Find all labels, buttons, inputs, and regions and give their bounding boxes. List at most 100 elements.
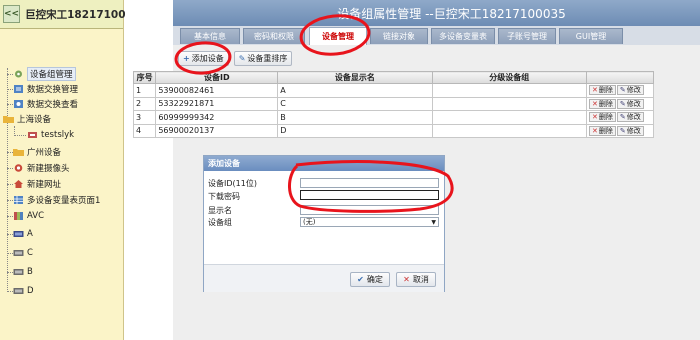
delete-button[interactable]: ✕ 删除 — [588, 125, 616, 136]
delete-icon: ✕ — [591, 86, 598, 95]
exchange-view-icon — [14, 100, 23, 108]
device-id-row: 设备ID(11位) — [208, 177, 298, 189]
tree-item-testslyk[interactable]: testslyk — [27, 128, 74, 142]
delete-label: 删除 — [598, 86, 613, 95]
tab-bar: 基本信息 密码和权限 设备管理 链接对象 多设备变量表 子账号管理 GUI管理 — [173, 26, 700, 45]
display-name-row: 显示名 — [208, 204, 298, 216]
colorbar-icon — [14, 212, 23, 220]
tab-basic-info[interactable]: 基本信息 — [180, 28, 240, 44]
collapse-sidebar-button[interactable]: << — [3, 5, 21, 23]
tree-item-label: 广州设备 — [27, 148, 62, 158]
tree-item-data-exchange-view[interactable]: 数据交换查看 — [13, 97, 78, 111]
dialog-title: 添加设备 — [204, 156, 444, 171]
tree-item-d[interactable]: D — [13, 284, 34, 298]
add-device-button[interactable]: + 添加设备 — [178, 51, 229, 66]
tab-multi-device-vars[interactable]: 多设备变量表 — [431, 28, 495, 44]
edit-button[interactable]: ✎ 修改 — [616, 98, 644, 109]
device-icon — [28, 132, 37, 138]
tree-item-data-exchange-mgmt[interactable]: 数据交换管理 — [13, 82, 78, 96]
cancel-icon: ✕ — [403, 275, 410, 284]
cell-display-name: D — [277, 123, 433, 138]
tree-item-new-url[interactable]: 新建网址 — [13, 177, 61, 191]
edit-icon: ✎ — [619, 99, 626, 108]
col-header-display-name: 设备显示名 — [277, 71, 433, 84]
tree-item-label: testslyk — [41, 130, 75, 140]
cell-actions: ✕ 删除 ✎ 修改 — [585, 110, 655, 125]
edit-button[interactable]: ✎ 修改 — [616, 125, 644, 136]
delete-label: 删除 — [598, 113, 613, 122]
tree-item-label: 新建网址 — [27, 180, 62, 190]
device-group-select[interactable]: (无) ▼ — [300, 217, 439, 227]
cell-actions: ✕ 删除 ✎ 修改 — [585, 123, 655, 138]
tree-item-c[interactable]: C — [13, 246, 33, 260]
group-row: 设备组 — [208, 216, 298, 228]
folder-icon — [13, 149, 24, 156]
delete-button[interactable]: ✕ 删除 — [588, 98, 616, 109]
tree-item-multi-var-page[interactable]: 多设备变量表页面1 — [13, 193, 100, 207]
tree-item-new-camera[interactable]: 新建摄像头 — [13, 161, 70, 175]
tree-item-label: 多设备变量表页面1 — [27, 196, 101, 206]
col-header-device-id: 设备ID — [155, 71, 279, 84]
col-header-group: 分级设备组 — [431, 71, 587, 84]
tree-item-guangzhou[interactable]: 广州设备 — [13, 145, 61, 159]
delete-button[interactable]: ✕ 删除 — [588, 85, 616, 96]
edit-button[interactable]: ✎ 修改 — [616, 85, 644, 96]
tab-sub-accounts[interactable]: 子账号管理 — [498, 28, 556, 44]
cell-group — [431, 83, 587, 98]
edit-label: 修改 — [626, 86, 641, 95]
col-header-no: 序号 — [132, 71, 157, 84]
add-device-label: 添加设备 — [191, 54, 224, 63]
tree-item-b[interactable]: B — [13, 265, 33, 279]
device-group-label: 设备组 — [208, 217, 232, 227]
pencil-icon: ✎ — [238, 54, 246, 63]
tab-device-management[interactable]: 设备管理 — [309, 27, 367, 45]
reorder-devices-button[interactable]: ✎ 设备重排序 — [233, 51, 293, 66]
tree-item-label: B — [27, 267, 33, 277]
device-table: 序号 设备ID 设备显示名 分级设备组 1 53900082461 A ✕ 删除 ✎… — [132, 71, 655, 138]
sidebar-header: << 巨控宋工18217100035 — [0, 0, 147, 29]
ok-label: 确定 — [366, 275, 383, 284]
edit-button[interactable]: ✎ 修改 — [616, 112, 644, 123]
cancel-button[interactable]: ✕ 取消 — [396, 272, 436, 287]
tree-item-label: 新建摄像头 — [27, 164, 70, 174]
edit-icon: ✎ — [619, 86, 626, 95]
tree-item-label: D — [27, 286, 34, 296]
chevron-down-icon: ▼ — [431, 218, 436, 226]
delete-icon: ✕ — [591, 126, 598, 135]
table-row: 4 56900020137 D ✕ 删除 ✎ 修改 — [132, 123, 655, 138]
dialog-footer: ✔ 确定 ✕ 取消 — [204, 264, 444, 292]
tree-item-label: C — [27, 248, 33, 258]
cell-group — [431, 110, 587, 125]
tab-gui-management[interactable]: GUI管理 — [559, 28, 623, 44]
delete-label: 删除 — [598, 99, 613, 108]
download-password-input[interactable] — [300, 190, 439, 200]
delete-button[interactable]: ✕ 删除 — [588, 112, 616, 123]
tree-item-avc[interactable]: AVC — [13, 209, 44, 223]
table-row: 2 53322921871 C ✕ 删除 ✎ 修改 — [132, 96, 655, 111]
cell-no: 4 — [132, 123, 157, 138]
display-name-input[interactable] — [300, 205, 439, 215]
cell-actions: ✕ 删除 ✎ 修改 — [585, 83, 655, 98]
plc-device-icon — [13, 231, 24, 237]
device-toolbar: + 添加设备 ✎ 设备重排序 — [178, 51, 293, 67]
device-id-input[interactable] — [300, 178, 439, 188]
tab-password-permissions[interactable]: 密码和权限 — [243, 28, 305, 44]
tree-item-shanghai[interactable]: 上海设备 — [3, 112, 51, 126]
cell-no: 1 — [132, 83, 157, 98]
download-password-label: 下载密码 — [208, 191, 240, 201]
delete-label: 删除 — [598, 126, 613, 135]
edit-label: 修改 — [626, 113, 641, 122]
tree-item-a[interactable]: A — [13, 227, 33, 241]
window-title: 设备组属性管理 --巨控宋工18217100035 — [173, 0, 700, 26]
tab-linked-objects[interactable]: 链接对象 — [370, 28, 428, 44]
tree-item-device-group-mgmt[interactable]: 设备组管理 — [13, 67, 76, 81]
cell-actions: ✕ 删除 ✎ 修改 — [585, 96, 655, 111]
password-row: 下载密码 — [208, 190, 298, 202]
ok-button[interactable]: ✔ 确定 — [350, 272, 390, 287]
cancel-label: 取消 — [412, 275, 429, 284]
edit-icon: ✎ — [619, 113, 626, 122]
tree-item-label: AVC — [27, 211, 45, 221]
tree-item-label: 数据交换管理 — [27, 85, 79, 95]
delete-icon: ✕ — [591, 113, 598, 122]
cell-no: 3 — [132, 110, 157, 125]
